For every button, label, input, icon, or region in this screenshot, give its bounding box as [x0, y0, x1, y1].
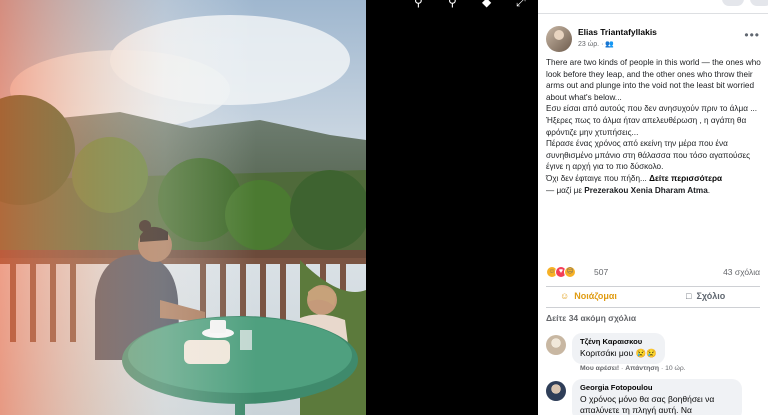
post-paragraph: Όχι δεν έφταιγε που πήδη... Δείτε περισσ… — [546, 173, 762, 185]
comment-icon: □ — [686, 291, 692, 301]
commenter-avatar[interactable] — [546, 381, 566, 401]
comment-label: Σχόλιο — [696, 291, 726, 301]
author-name[interactable]: Elias Triantafyllakis — [578, 27, 657, 37]
comment-bubble: Τζένη Καραισκου Κοριτσάκι μου 😢😢 — [572, 333, 665, 364]
post-actions: ☺ Νοιάζομαι □ Σχόλιο — [546, 286, 760, 308]
commenter-name[interactable]: Georgia Fotopoulou — [580, 383, 734, 392]
tagged-prefix: — μαζί με — [546, 185, 582, 195]
post-header: Elias Triantafyllakis 23 ώρ. · 👥 ••• — [546, 26, 760, 54]
header-button[interactable] — [750, 0, 768, 6]
tagged-people: — μαζί με Prezerakou Xenia Dharam Atma. — [546, 185, 762, 197]
tagged-suffix: . — [707, 185, 711, 195]
sad-reaction-icon: ☹ — [564, 266, 576, 278]
post-body: There are two kinds of people in this wo… — [546, 57, 762, 196]
post-paragraph: Εσυ είσαι από αυτούς που δεν ανησυχούν π… — [546, 104, 758, 114]
reaction-count[interactable]: 507 — [594, 267, 608, 277]
post-time[interactable]: 23 ώρ. — [578, 41, 599, 48]
reactions-bar: ☺ ♥ ☹ 507 43 σχόλια — [546, 266, 760, 280]
post-photo[interactable] — [0, 0, 366, 415]
comment-text: Κοριτσάκι μου 😢😢 — [580, 348, 657, 358]
comment-like-link[interactable]: Μου αρέσει! — [580, 365, 619, 372]
care-label: Νοιάζομαι — [574, 291, 617, 301]
more-options-icon[interactable]: ••• — [744, 28, 760, 42]
comment-bubble: Georgia Fotopoulou Ο χρόνος μόνο θα σας … — [572, 379, 742, 415]
comment-meta: Μου αρέσει! · Απάντηση · 10 ώρ. — [580, 365, 686, 372]
comment-time[interactable]: 10 ώρ. — [665, 365, 686, 372]
commenter-avatar[interactable] — [546, 335, 566, 355]
post-paragraph: Πέρασε ένας χρόνος από εκείνη την μέρα π… — [546, 139, 751, 172]
post-last-line: Όχι δεν έφταιγε που πήδη... — [546, 173, 647, 183]
author-avatar[interactable] — [546, 26, 572, 52]
care-button[interactable]: ☺ Νοιάζομαι — [560, 291, 617, 301]
comment-button[interactable]: □ Σχόλιο — [686, 291, 725, 301]
commenter-name[interactable]: Τζένη Καραισκου — [580, 337, 657, 346]
zoom-in-icon[interactable]: ⚲ — [414, 0, 428, 8]
header-button[interactable] — [722, 0, 744, 6]
tag-icon[interactable]: ◆ — [482, 0, 496, 8]
photo-viewer: ⚲ ⚲ ◆ ⤢ — [0, 0, 538, 415]
post-paragraph: Ήξερες πως το άλμα ήταν απελευθέρωση , η… — [546, 115, 747, 137]
post-paragraph: There are two kinds of people in this wo… — [546, 58, 761, 102]
comment-item: Τζένη Καραισκου Κοριτσάκι μου 😢😢 Μου αρέ… — [546, 333, 760, 377]
zoom-out-icon[interactable]: ⚲ — [448, 0, 462, 8]
post-meta: 23 ώρ. · 👥 — [578, 41, 615, 48]
comment-reply-link[interactable]: Απάντηση — [625, 365, 659, 372]
viewer-toolbar: ⚲ ⚲ ◆ ⤢ — [414, 0, 530, 8]
view-more-comments[interactable]: Δείτε 34 ακόμη σχόλια — [546, 313, 636, 323]
comment-count[interactable]: 43 σχόλια — [723, 267, 760, 277]
see-more-link[interactable]: Δείτε περισσότερα — [649, 174, 722, 183]
fullscreen-icon[interactable]: ⤢ — [516, 0, 530, 8]
post-side-panel: Elias Triantafyllakis 23 ώρ. · 👥 ••• The… — [538, 0, 768, 415]
comment-item: Georgia Fotopoulou Ο χρόνος μόνο θα σας … — [546, 379, 760, 415]
tagged-name-1[interactable]: Prezerakou Xenia — [584, 186, 652, 195]
tagged-name-2[interactable]: Dharam Atma — [655, 186, 708, 195]
reaction-icons[interactable]: ☺ ♥ ☹ — [546, 266, 576, 278]
panel-top-bar — [538, 0, 768, 14]
people-icon: 👥 — [605, 41, 615, 48]
care-reaction-icon: ☺ — [560, 291, 570, 301]
comment-text: Ο χρόνος μόνο θα σας βοηθήσει να απαλύνε… — [580, 394, 715, 415]
